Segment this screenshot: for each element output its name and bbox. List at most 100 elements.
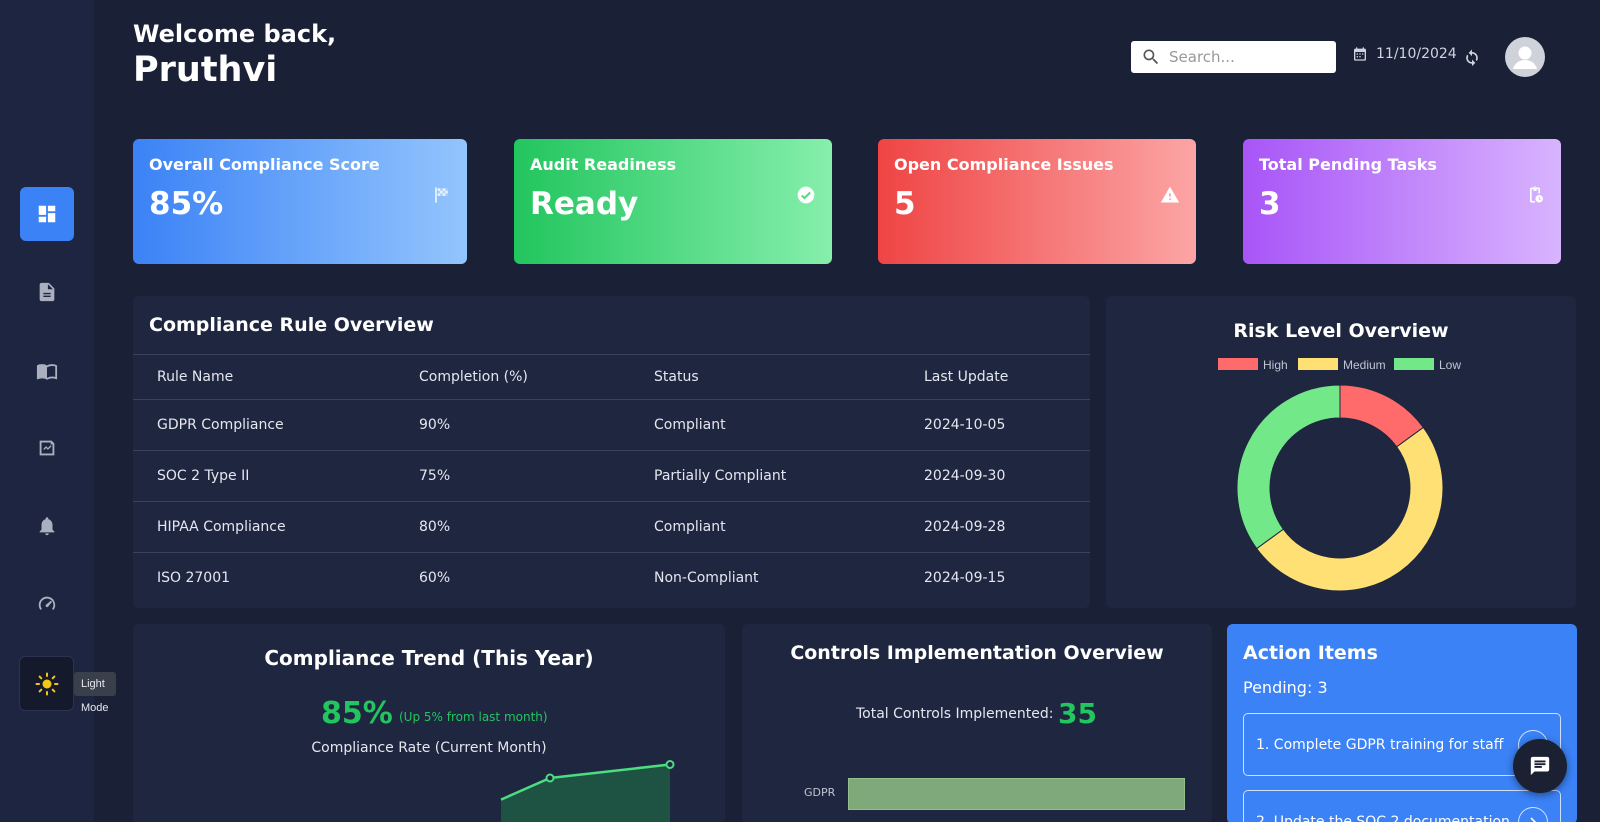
rule-date: 2024-09-15	[924, 570, 1006, 587]
gauge-icon	[38, 596, 56, 610]
report-icon	[39, 282, 55, 302]
search-input[interactable]	[1169, 48, 1329, 66]
search-box[interactable]	[1131, 41, 1336, 73]
chevron-right-icon[interactable]	[1518, 807, 1548, 822]
kpi-value: 3	[1259, 186, 1281, 222]
rule-completion: 75%	[395, 450, 630, 502]
theme-toggle-button[interactable]	[19, 656, 74, 711]
column-header[interactable]: Completion (%)	[395, 354, 630, 400]
sidebar: Light Mode	[0, 0, 116, 822]
trend-point[interactable]	[665, 760, 675, 769]
kpi-value: Ready	[530, 186, 639, 222]
dashboard-icon	[38, 205, 56, 223]
chevron-down-icon[interactable]	[1550, 50, 1562, 69]
action-items-panel: Action Items Pending: 3 1. Complete GDPR…	[1227, 624, 1577, 822]
legend-label[interactable]: Medium	[1343, 358, 1386, 372]
table-row[interactable]: ISO 27001 60% Non-Compliant 2024-09-15	[133, 553, 1090, 604]
status-badge: Partially Compliant	[630, 450, 900, 502]
status-badge: Non-Compliant	[654, 570, 759, 587]
sidebar-item-library[interactable]	[20, 344, 74, 398]
rule-date: 2024-09-30	[900, 450, 1090, 502]
date-text: 11/10/2024	[1376, 46, 1457, 62]
rule-date: 2024-09-28	[900, 501, 1090, 553]
total-controls-value: 35	[1058, 697, 1097, 730]
flag-icon	[435, 187, 448, 203]
table-row[interactable]: SOC 2 Type II 75% Partially Compliant 20…	[133, 450, 1090, 502]
trend-area-chart[interactable]	[133, 624, 725, 822]
book-icon	[36, 364, 58, 380]
kpi-audit-readiness[interactable]: Audit Readiness Ready	[514, 139, 832, 264]
risk-level-panel: Risk Level Overview High Medium Low	[1106, 296, 1576, 608]
compliance-rule-panel: Compliance Rule Overview Rule Name Compl…	[133, 296, 1090, 608]
sidebar-item-alerts[interactable]	[20, 499, 74, 553]
kpi-title: Open Compliance Issues	[894, 155, 1114, 174]
compliance-trend-panel: Compliance Trend (This Year) 85% (Up 5% …	[133, 624, 725, 822]
panel-title: Action Items	[1243, 642, 1378, 664]
rule-completion: 80%	[395, 501, 630, 553]
table-row[interactable]: GDPR Compliance 90% Compliant 2024-10-05	[133, 399, 1090, 451]
kpi-title: Total Pending Tasks	[1259, 155, 1437, 174]
status-badge: Compliant	[630, 501, 900, 553]
kpi-value: 85%	[149, 186, 224, 222]
donut-slice-low[interactable]	[1236, 384, 1341, 550]
kpi-compliance-score[interactable]: Overall Compliance Score 85%	[133, 139, 467, 264]
legend-swatch[interactable]	[1218, 358, 1258, 370]
rule-name: HIPAA Compliance	[133, 501, 395, 553]
sidebar-item-performance[interactable]	[20, 577, 74, 631]
avatar[interactable]	[1505, 37, 1545, 77]
kpi-pending-tasks[interactable]: Total Pending Tasks 3	[1243, 139, 1561, 264]
table-header-row: Rule Name Completion (%) Status Last Upd…	[133, 354, 1090, 400]
clipboard-clock-icon	[1530, 186, 1543, 203]
refresh-icon	[1466, 49, 1478, 67]
kpi-title: Audit Readiness	[530, 155, 677, 174]
table-row[interactable]: HIPAA Compliance 80% Compliant 2024-09-2…	[133, 501, 1090, 553]
sidebar-item-dashboard[interactable]	[20, 187, 74, 241]
rule-name: GDPR Compliance	[133, 399, 395, 451]
user-icon	[1513, 46, 1537, 69]
legend-label[interactable]: High	[1263, 358, 1288, 372]
panel-title: Controls Implementation Overview	[790, 642, 1164, 664]
chat-icon	[1530, 756, 1550, 776]
theme-tooltip: Light Mode	[74, 672, 116, 714]
sun-icon	[35, 672, 58, 695]
trend-point[interactable]	[545, 773, 555, 783]
pending-count: Pending: 3	[1243, 678, 1328, 697]
column-header[interactable]: Status	[630, 354, 900, 400]
legend-swatch[interactable]	[1394, 358, 1434, 370]
donut-slice-medium[interactable]	[1255, 426, 1444, 592]
rule-completion: 90%	[395, 399, 630, 451]
calendar-icon	[1354, 47, 1366, 61]
panel-title: Compliance Rule Overview	[149, 314, 434, 336]
chat-button[interactable]	[1513, 739, 1567, 793]
risk-donut-chart[interactable]: High Medium Low	[1106, 296, 1576, 608]
date-display[interactable]: 11/10/2024	[1352, 46, 1457, 62]
kpi-title: Overall Compliance Score	[149, 155, 380, 174]
policy-icon	[39, 440, 55, 456]
column-header[interactable]: Rule Name	[133, 354, 395, 400]
total-controls-label: Total Controls Implemented:	[856, 706, 1054, 722]
welcome-text: Welcome back,	[133, 20, 337, 48]
warning-icon	[1160, 186, 1180, 203]
kpi-value: 5	[894, 186, 916, 222]
bell-icon	[39, 517, 55, 536]
action-item[interactable]: 2. Update the SOC 2 documentation	[1243, 790, 1561, 822]
kpi-open-issues[interactable]: Open Compliance Issues 5	[878, 139, 1196, 264]
legend-swatch[interactable]	[1298, 358, 1338, 370]
action-item-label: 2. Update the SOC 2 documentation	[1256, 813, 1510, 822]
status-badge: Compliant	[630, 399, 900, 451]
sidebar-item-policies[interactable]	[20, 421, 74, 475]
rule-date: 2024-10-05	[900, 399, 1090, 451]
rule-name: ISO 27001	[157, 570, 231, 587]
search-icon	[1143, 49, 1159, 65]
username: Pruthvi	[133, 50, 278, 90]
bar-category-label: GDPR	[804, 786, 836, 799]
rule-completion: 60%	[419, 570, 451, 587]
bar-gdpr[interactable]	[848, 778, 1185, 810]
refresh-button[interactable]	[1462, 47, 1482, 71]
controls-panel: Controls Implementation Overview Total C…	[742, 624, 1212, 822]
rule-name: SOC 2 Type II	[133, 450, 395, 502]
action-item-label: 1. Complete GDPR training for staff	[1256, 736, 1504, 753]
sidebar-item-reports[interactable]	[20, 265, 74, 319]
legend-label[interactable]: Low	[1439, 358, 1461, 372]
column-header[interactable]: Last Update	[900, 354, 1090, 400]
